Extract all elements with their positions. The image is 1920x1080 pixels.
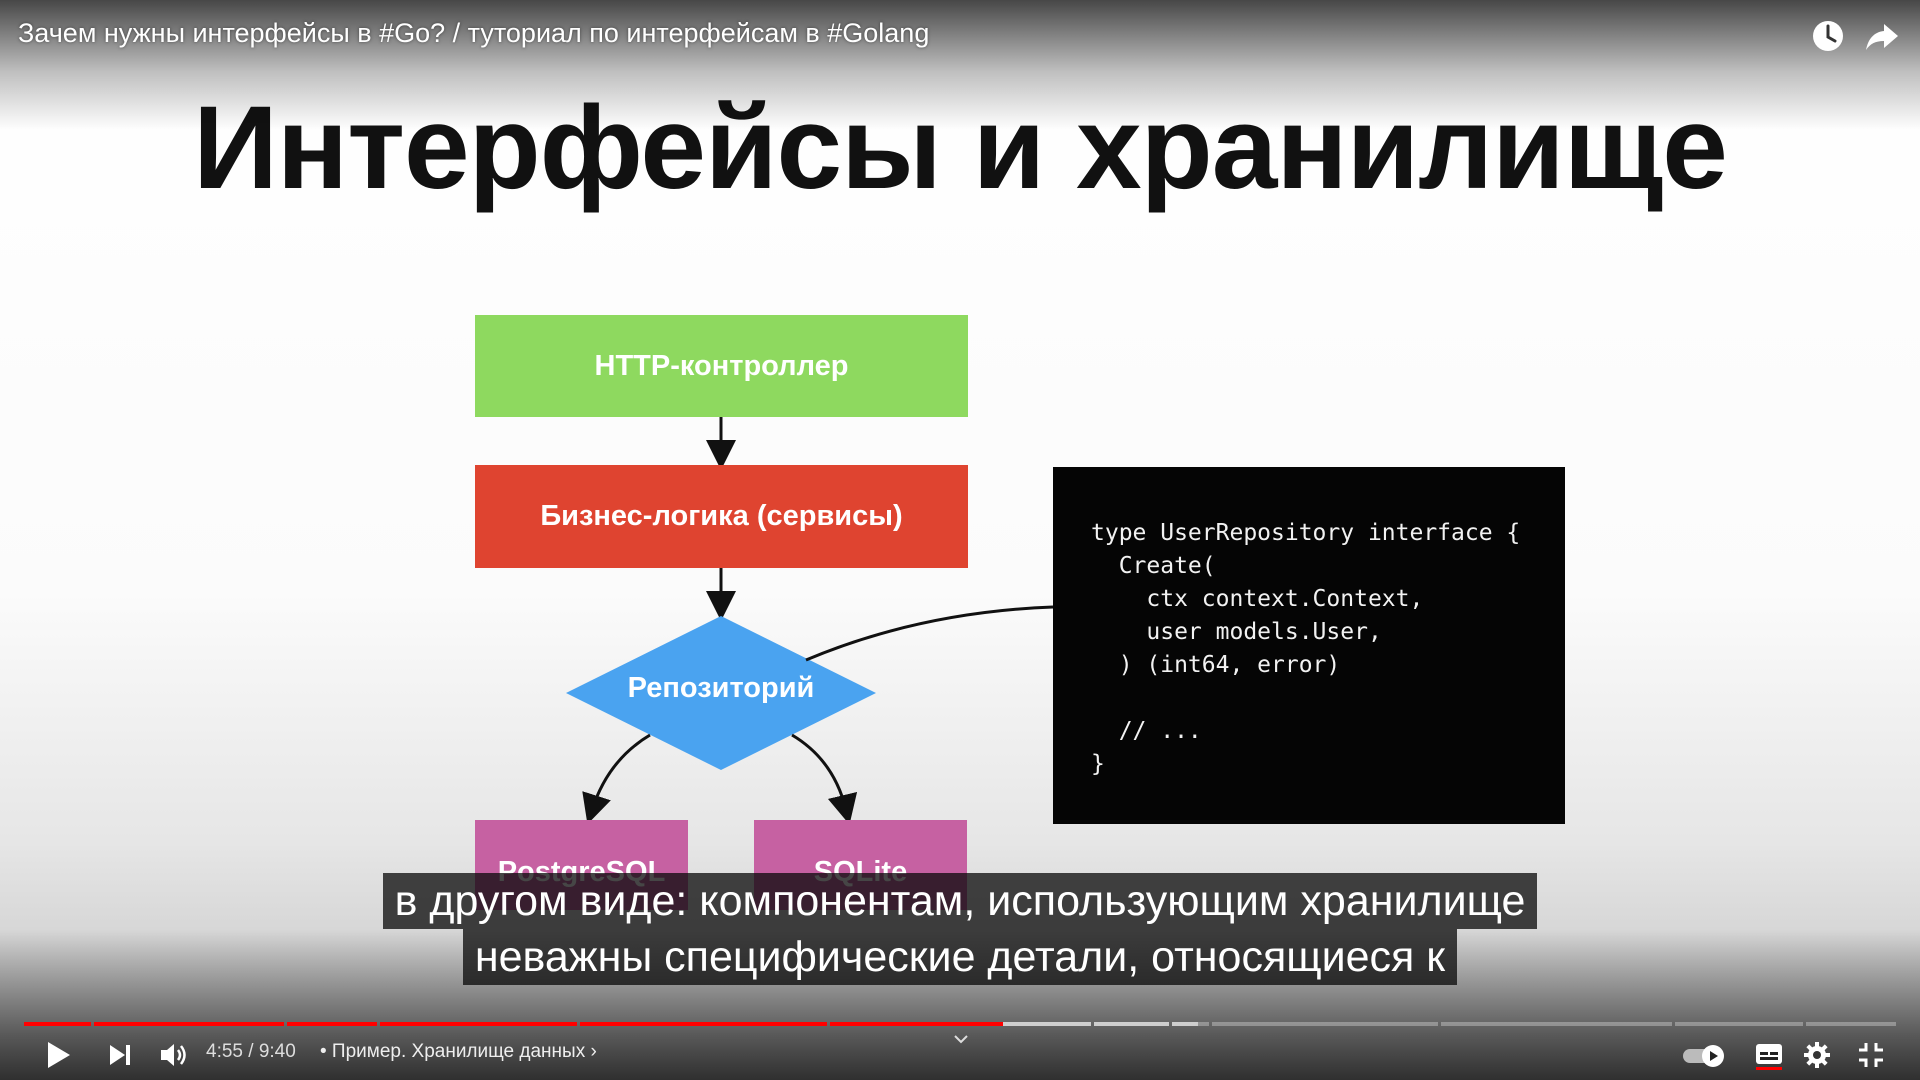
chapter-segment[interactable] (24, 1022, 91, 1026)
play-icon[interactable] (36, 1030, 80, 1080)
chapter-played (94, 1022, 284, 1026)
subtitle-line-2: неважны специфические детали, относящиес… (462, 929, 1458, 985)
subtitles: в другом виде: компонентам, использующим… (0, 873, 1920, 985)
exit-fullscreen-icon[interactable] (1846, 1030, 1896, 1080)
code-line: user models.User, (1091, 619, 1382, 645)
video-player[interactable]: Интерфейсы и хранилище HTTP-контроллер Б… (0, 0, 1920, 1080)
share-icon[interactable] (1862, 16, 1902, 56)
subtitle-line-1: в другом виде: компонентам, использующим… (382, 873, 1538, 929)
chapter-title: • Пример. Хранилище данных (320, 1041, 586, 1062)
arrow-repository-to-sqlite (791, 733, 858, 825)
current-time: 4:55 (206, 1041, 243, 1062)
code-line: } (1091, 751, 1105, 777)
chapter-buffer (1172, 1022, 1198, 1026)
chevron-down-icon[interactable] (946, 1024, 976, 1054)
duration: 9:40 (258, 1041, 296, 1062)
next-icon[interactable] (98, 1030, 142, 1080)
chapter-segment[interactable] (1094, 1022, 1169, 1026)
chapter-segment[interactable] (580, 1022, 827, 1026)
chapter-buffer (1094, 1022, 1169, 1026)
chapter-played (287, 1022, 377, 1026)
time-separator: / (242, 1041, 259, 1062)
code-block: type UserRepository interface { Create( … (1053, 467, 1565, 824)
volume-icon[interactable] (150, 1030, 198, 1080)
autoplay-toggle[interactable] (1680, 1030, 1730, 1080)
business-logic-box: Бизнес-логика (сервисы) (475, 465, 968, 568)
repository-label: Репозиторий (627, 672, 815, 704)
chapter-segment[interactable] (287, 1022, 377, 1026)
chapter-played (580, 1022, 827, 1026)
time-display: 4:55 / 9:40 (206, 1041, 296, 1063)
chapter-chevron-icon: › (590, 1041, 597, 1062)
code-line: // ... (1091, 718, 1202, 744)
video-title[interactable]: Зачем нужны интерфейсы в #Go? / туториал… (18, 18, 929, 49)
code-line: ) (int64, error) (1091, 652, 1341, 678)
watch-later-icon[interactable] (1808, 16, 1848, 56)
code-line: type UserRepository interface { (1091, 520, 1521, 546)
chapter-segment[interactable] (1441, 1022, 1672, 1026)
chapter-played (24, 1022, 91, 1026)
chapter-segment[interactable] (1172, 1022, 1209, 1026)
subtitles-icon[interactable] (1744, 1030, 1794, 1080)
business-logic-label: Бизнес-логика (сервисы) (540, 500, 903, 532)
chapter-title-button[interactable]: • Пример. Хранилище данных › (320, 1041, 597, 1063)
http-controller-label: HTTP-контроллер (594, 349, 849, 382)
chapter-segment[interactable] (94, 1022, 284, 1026)
code-line: Create( (1091, 553, 1216, 579)
chapter-segment[interactable] (1806, 1022, 1896, 1026)
chapter-segment[interactable] (1675, 1022, 1803, 1026)
arrow-repository-to-postgres (582, 733, 651, 825)
chapter-played (380, 1022, 577, 1026)
chapter-segment[interactable] (1212, 1022, 1438, 1026)
http-controller-box: HTTP-контроллер (475, 315, 968, 417)
code-line: ctx context.Context, (1091, 586, 1424, 612)
chapter-segment[interactable] (380, 1022, 577, 1026)
settings-icon[interactable] (1792, 1030, 1842, 1080)
connector-repository-to-code (805, 605, 1054, 662)
chapter-played (830, 1022, 1004, 1026)
